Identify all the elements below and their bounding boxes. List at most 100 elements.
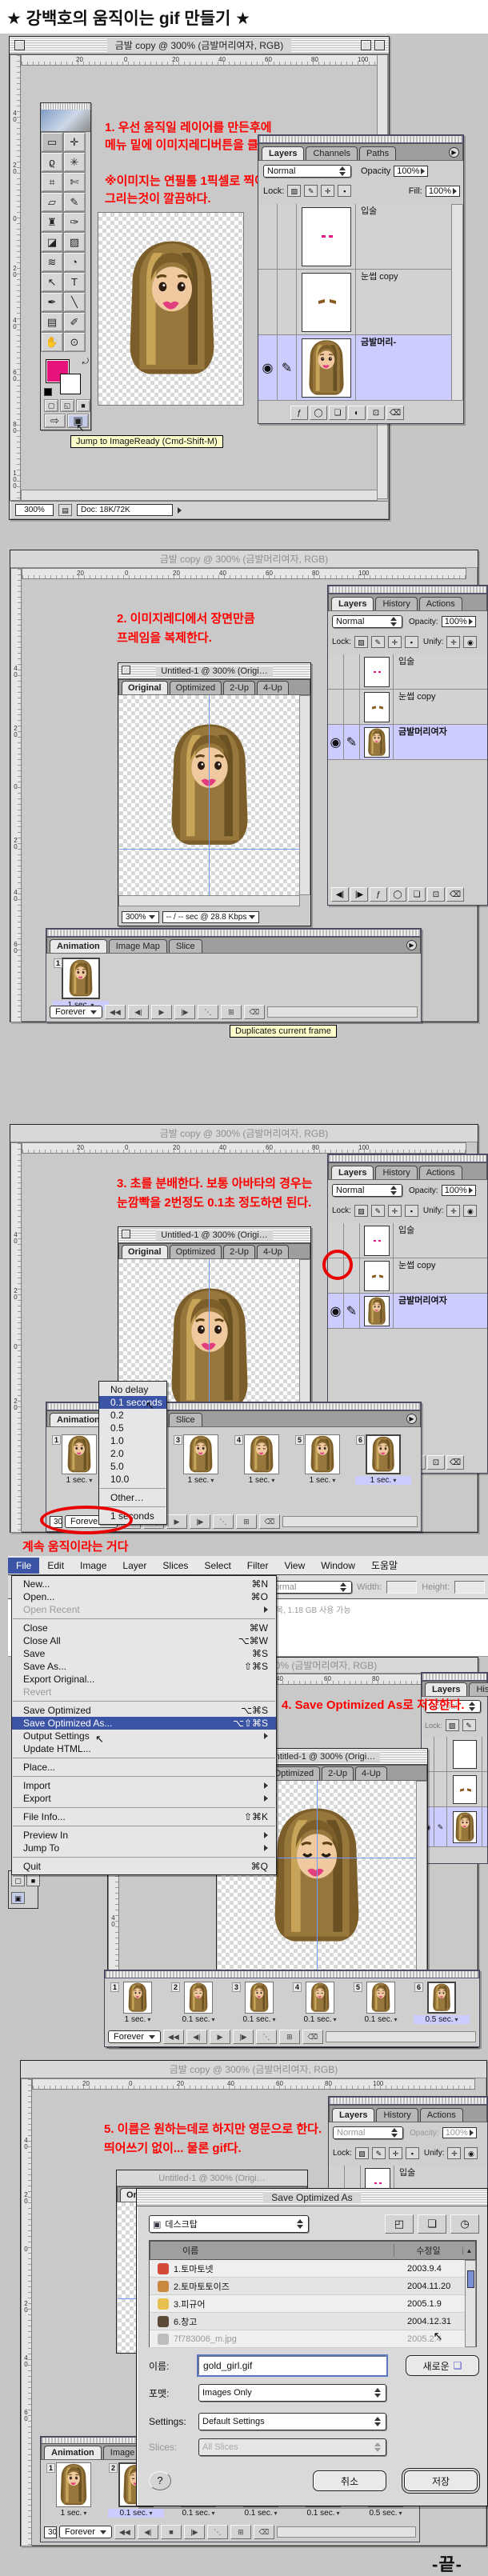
unify-position-icon[interactable]: ✛ xyxy=(447,2147,461,2159)
menu-item-preview-in[interactable]: Preview In xyxy=(12,1829,276,1842)
layer-thumbnail[interactable] xyxy=(364,1261,390,1291)
visibility-cell[interactable]: ◉ xyxy=(328,725,344,760)
link-cell[interactable]: ✎ xyxy=(344,725,360,760)
menu-item[interactable]: 10.0 xyxy=(99,1473,166,1486)
vertical-scrollbar[interactable] xyxy=(299,1259,310,1403)
tab-history[interactable]: History xyxy=(375,597,417,610)
menu-item-jump-to[interactable]: Jump To xyxy=(12,1842,276,1854)
zoom-select[interactable]: 300% xyxy=(122,911,159,923)
duplicate-frame-icon[interactable]: ⊞ xyxy=(230,2525,251,2539)
duplicate-frame-icon[interactable]: ⊞ xyxy=(221,1005,242,1019)
menu-item-save-optimized[interactable]: Save Optimized⌥⌘S xyxy=(12,1704,276,1717)
frame-delay[interactable]: 0.1 sec. xyxy=(233,2509,289,2518)
layer-thumbnail[interactable] xyxy=(364,1296,390,1326)
tab-actions[interactable]: Actions xyxy=(419,1166,462,1179)
slice-icon[interactable]: ✄ xyxy=(63,172,86,192)
layer-name[interactable]: 입술 xyxy=(394,654,414,689)
lock-transparency-icon[interactable]: ▨ xyxy=(354,1205,368,1217)
lock-all-icon[interactable]: ▪ xyxy=(406,2147,419,2159)
layer-row-girl[interactable]: ◉ ✎ 금발머리여자 xyxy=(328,1294,487,1329)
delete-frame-icon[interactable]: ⌫ xyxy=(244,1005,265,1019)
help-button[interactable]: ? xyxy=(149,2471,171,2490)
fill-value[interactable]: 100% xyxy=(426,186,460,197)
file-name[interactable]: 6.창고 xyxy=(174,2315,407,2328)
palette-menu-icon[interactable]: ▶ xyxy=(406,940,417,950)
layer-name[interactable]: 입술 xyxy=(356,204,377,269)
menu-select[interactable]: Select xyxy=(196,1558,238,1574)
layer-thumbnail[interactable] xyxy=(302,338,351,398)
menu-item-export[interactable]: Export xyxy=(12,1792,276,1805)
frame-delay[interactable]: 1 sec. xyxy=(173,1476,229,1485)
visibility-cell[interactable] xyxy=(328,690,344,725)
first-frame-icon[interactable]: ◀◀ xyxy=(105,1005,126,1019)
unify-position-icon[interactable]: ✛ xyxy=(446,636,460,648)
tween-icon[interactable]: ⋱ xyxy=(213,1514,234,1529)
tab-channels[interactable]: Channels xyxy=(306,146,357,160)
layer-set-icon[interactable]: ❏ xyxy=(329,406,346,420)
menu-item-close-all[interactable]: Close All⌥⌘W xyxy=(12,1634,276,1647)
delete-frame-icon[interactable]: ⌫ xyxy=(259,1514,280,1529)
link-cell[interactable] xyxy=(278,204,297,270)
link-cell[interactable] xyxy=(434,1737,447,1772)
line-tool-icon[interactable]: ╲ xyxy=(63,292,86,312)
layer-name[interactable]: 눈썹 copy xyxy=(394,1258,436,1293)
tween-icon[interactable]: ⋱ xyxy=(198,1005,218,1019)
blend-mode-select[interactable]: Normal xyxy=(333,2126,403,2139)
tab-history[interactable]: History xyxy=(375,1166,417,1179)
tab-slice[interactable]: Slice xyxy=(169,939,202,953)
standard-screen-icon[interactable]: ▢ xyxy=(11,1874,25,1886)
default-colors-icon[interactable] xyxy=(44,388,52,396)
layer-thumbnail[interactable] xyxy=(453,1740,477,1769)
menu-view[interactable]: View xyxy=(276,1558,313,1574)
menu-item[interactable]: 0.2 xyxy=(99,1409,166,1422)
location-select[interactable]: ▣데스크탑 xyxy=(149,2215,309,2233)
loop-select[interactable]: Forever xyxy=(59,2526,112,2538)
menu-item-file-info[interactable]: File Info...⇧⌘K xyxy=(12,1810,276,1823)
layer-thumbnail[interactable] xyxy=(453,1775,477,1804)
layer-thumbnail[interactable] xyxy=(364,1226,390,1256)
link-cell[interactable]: ✎ xyxy=(434,1807,447,1847)
stop-icon[interactable]: ■ xyxy=(161,2525,182,2539)
animation-frame[interactable]: 4 0.1 sec. xyxy=(292,1982,348,2024)
unify-visibility-icon[interactable]: ◉ xyxy=(464,2147,478,2159)
layer-name[interactable]: 입술 xyxy=(394,1223,414,1258)
play-icon[interactable]: ▶ xyxy=(151,1005,172,1019)
new-folder-button[interactable]: ❏ xyxy=(418,2214,446,2234)
prev-frame-icon[interactable]: ◀| xyxy=(331,887,349,902)
lock-transparency-icon[interactable]: ▨ xyxy=(354,636,368,648)
layer-row-brow[interactable]: 눈썹 copy xyxy=(258,270,453,335)
zoom-box-icon[interactable] xyxy=(361,40,371,50)
tab-paths[interactable]: Paths xyxy=(359,146,396,160)
menu-layer[interactable]: Layer xyxy=(114,1558,154,1574)
close-box-icon[interactable] xyxy=(14,40,25,50)
pen-tool-icon[interactable]: ✒ xyxy=(41,292,63,312)
menu-item[interactable]: 0.5 xyxy=(99,1422,166,1434)
visibility-cell[interactable] xyxy=(258,270,278,335)
tab-2up[interactable]: 2-Up xyxy=(223,681,255,694)
layer-row-lips[interactable]: 입술 xyxy=(258,204,453,270)
tab-layers[interactable]: Layers xyxy=(332,2108,374,2122)
blend-mode-select[interactable]: Normal xyxy=(263,165,351,178)
play-icon[interactable]: ▶ xyxy=(210,2030,230,2044)
lock-transparency-icon[interactable]: ▨ xyxy=(446,1719,459,1731)
layer-name[interactable]: 금발머리여자 xyxy=(394,1294,447,1328)
menu-item-selected[interactable]: 0.1 seconds xyxy=(99,1396,166,1409)
palette-drag-bar[interactable] xyxy=(329,2097,487,2105)
frame-delay[interactable]: 0.1 sec. xyxy=(292,2015,348,2024)
prev-frame-icon[interactable]: ◀| xyxy=(186,2030,207,2044)
menu-item-place[interactable]: Place... xyxy=(12,1761,276,1774)
tab-layers[interactable]: Layers xyxy=(262,146,304,160)
first-frame-icon[interactable]: ◀◀ xyxy=(163,2030,184,2044)
eyedropper-icon[interactable]: ✐ xyxy=(63,312,86,332)
frame-delay[interactable]: 0.1 sec. xyxy=(231,2015,287,2024)
file-row-disabled[interactable]: 7f783006_m.jpg 2005.2.4 xyxy=(150,2330,476,2348)
vertical-scrollbar[interactable] xyxy=(416,1781,427,1971)
layer-row[interactable] xyxy=(422,1737,487,1772)
gradient-icon[interactable]: ▨ xyxy=(63,232,86,252)
layer-name[interactable]: 눈썹 copy xyxy=(394,690,436,724)
desktop-button[interactable]: ◰ xyxy=(385,2214,414,2234)
tab-original[interactable]: Original xyxy=(122,1245,168,1258)
frame-delay[interactable]: 1 sec. xyxy=(46,2509,102,2518)
list-scrollbar[interactable] xyxy=(465,2260,476,2347)
lock-paint-icon[interactable]: ✎ xyxy=(304,185,318,197)
